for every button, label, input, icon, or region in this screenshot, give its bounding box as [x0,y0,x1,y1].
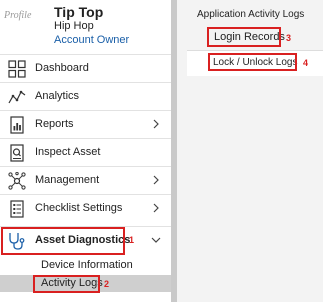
chevron-right-icon[interactable] [151,119,161,129]
sidebar-item-inspect-asset[interactable]: Inspect Asset [0,138,171,166]
sidebar-item-label: Analytics [35,90,80,102]
analytics-line-icon [8,90,26,104]
sidebar-item-checklist-settings[interactable]: Checklist Settings [0,194,171,222]
profile-header: Profile Tip Top Hip Hop Account Owner [0,0,171,54]
panel-title: Application Activity Logs [197,9,305,20]
step-badge-4: 4 [303,58,309,68]
sidebar-item-label: Reports [35,118,74,130]
inspect-asset-icon [10,144,24,162]
checklist-icon [10,200,24,218]
profile-logo: Profile [4,10,32,21]
sidebar-subitem-label: Device Information [41,259,133,271]
sidebar-item-label: Dashboard [35,62,89,74]
dashboard-grid-icon [8,60,26,78]
highlight-box-3 [207,27,281,47]
sidebar-item-label: Inspect Asset [35,146,101,158]
sidebar-item-management[interactable]: Management [0,166,171,194]
highlight-box-2 [33,275,100,293]
account-role-link[interactable]: Account Owner [54,34,129,46]
highlight-box-1 [1,227,125,255]
reports-icon [10,116,24,134]
sidebar-item-dashboard[interactable]: Dashboard [0,54,171,82]
sidebar-subitem-device-information[interactable]: Device Information [0,257,171,274]
highlight-box-4 [208,53,297,71]
chevron-right-icon[interactable] [151,175,161,185]
chevron-down-icon[interactable] [151,235,161,245]
chevron-right-icon[interactable] [151,203,161,213]
sidebar-item-reports[interactable]: Reports [0,110,171,138]
step-badge-2: 2 [104,279,110,289]
user-subtitle: Hip Hop [54,20,94,32]
management-network-icon [8,172,26,190]
sidebar-item-analytics[interactable]: Analytics [0,82,171,110]
sidebar-item-label: Checklist Settings [35,202,123,214]
sidebar: Profile Tip Top Hip Hop Account Owner Da… [0,0,171,302]
step-badge-3: 3 [286,33,292,43]
sidebar-item-label: Management [35,174,100,186]
step-badge-1: 1 [129,235,135,245]
user-name: Tip Top [54,4,104,20]
